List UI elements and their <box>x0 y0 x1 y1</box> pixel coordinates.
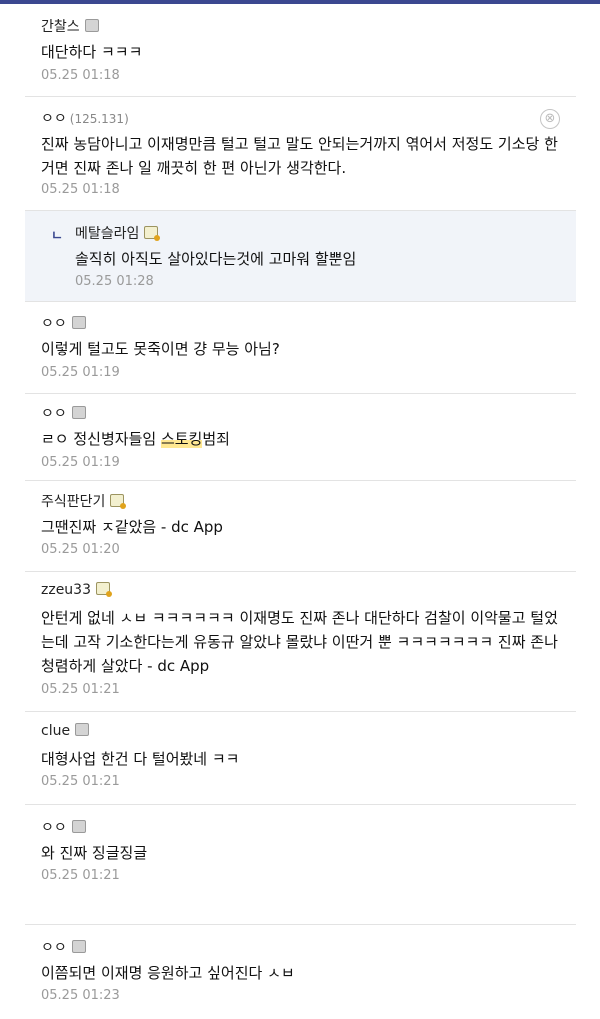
comment-text: 와 진짜 징글징글 <box>41 844 148 862</box>
comment-date: 05.25 01:20 <box>41 542 120 557</box>
memo-icon <box>84 19 99 32</box>
comment-text-part: ㄹㅇ 정신병자들임 <box>41 430 161 448</box>
comment-author[interactable]: ㅇㅇ <box>41 817 86 837</box>
comment-author[interactable]: ㅇㅇ <box>41 403 86 423</box>
memo-icon <box>71 940 86 953</box>
author-nickname[interactable]: ㅇㅇ <box>41 111 67 127</box>
comment-item: ㅇㅇ 이렇게 털고도 못죽이면 걍 무능 아님? 05.25 01:19 <box>25 302 576 394</box>
comment-author[interactable]: ㅇㅇ <box>41 937 86 957</box>
comment-date: 05.25 01:28 <box>75 274 154 289</box>
author-nickname[interactable]: zzeu33 <box>41 582 91 598</box>
comment-text: 안턴게 없네 ㅅㅂ ㅋㅋㅋㅋㅋㅋ 이재명도 진짜 존나 대단하다 검찰이 이악물… <box>41 609 558 675</box>
comment-date: 05.25 01:23 <box>41 988 120 1003</box>
comment-text: 대형사업 한건 다 털어봤네 ㅋㅋ <box>41 750 240 768</box>
comment-item: ㅇㅇ 이쯤되면 이재명 응원하고 싶어진다 ㅅㅂ 05.25 01:23 <box>25 925 576 1015</box>
memo-icon <box>71 406 86 419</box>
fixed-nick-icon <box>110 494 127 509</box>
memo-icon <box>75 723 90 736</box>
comment-text: ㄹㅇ 정신병자들임 스토킹범죄 <box>41 427 230 451</box>
comment-item: ㅇㅇ (125.131) ⊗ 진짜 농담아니고 이재명만큼 털고 털고 말도 안되… <box>25 97 576 211</box>
comment-item: 주식판단기 그땐진짜 ㅈ같았음 - dc App 05.25 01:20 <box>25 481 576 572</box>
comment-text: 진짜 농담아니고 이재명만큼 털고 털고 말도 안되는거까지 엮어서 저정도 기… <box>41 135 558 177</box>
comment-item: ㅇㅇ ㄹㅇ 정신병자들임 스토킹범죄 05.25 01:19 <box>25 394 576 481</box>
comment-date: 05.25 01:21 <box>41 868 120 883</box>
comment-date: 05.25 01:18 <box>41 68 120 83</box>
author-nickname[interactable]: ㅇㅇ <box>41 406 67 422</box>
comment-author[interactable]: zzeu33 <box>41 582 112 598</box>
reply-arrow-icon: ㄴ <box>51 229 63 244</box>
comment-date: 05.25 01:18 <box>41 182 120 197</box>
comment-date: 05.25 01:21 <box>41 682 120 697</box>
comment-text: 이쯤되면 이재명 응원하고 싶어진다 ㅅㅂ <box>41 964 295 982</box>
comment-date: 05.25 01:19 <box>41 365 120 380</box>
ip-address: (125.131) <box>69 112 129 126</box>
comment-text: 대단하다 ㅋㅋㅋ <box>41 43 143 61</box>
author-nickname[interactable]: ㅇㅇ <box>41 316 67 332</box>
comment-text: 솔직히 아직도 살아있다는것에 고마워 할뿐임 <box>75 250 357 268</box>
comment-list: 간찰스 대단하다 ㅋㅋㅋ 05.25 01:18 ㅇㅇ (125.131) ⊗ 진… <box>25 4 576 1015</box>
comment-author[interactable]: ㅇㅇ <box>41 313 86 333</box>
comment-text: 이렇게 털고도 못죽이면 걍 무능 아님? <box>41 340 280 358</box>
reply-item: ㄴ 메탈슬라임 솔직히 아직도 살아있다는것에 고마워 할뿐임 05.25 01… <box>25 211 576 302</box>
author-nickname[interactable]: 메탈슬라임 <box>75 226 139 242</box>
comment-author[interactable]: 메탈슬라임 <box>75 223 161 243</box>
comment-author[interactable]: ㅇㅇ (125.131) <box>41 108 129 128</box>
fixed-nick-icon <box>96 582 112 597</box>
comment-item: 간찰스 대단하다 ㅋㅋㅋ 05.25 01:18 <box>25 4 576 97</box>
comment-author[interactable]: 간찰스 <box>41 16 99 36</box>
comment-text: 그땐진짜 ㅈ같았음 - dc App <box>41 518 223 536</box>
comment-author[interactable]: 주식판단기 <box>41 491 127 511</box>
delete-icon[interactable]: ⊗ <box>540 109 560 129</box>
author-nickname[interactable]: clue <box>41 723 70 739</box>
comment-item: zzeu33 안턴게 없네 ㅅㅂ ㅋㅋㅋㅋㅋㅋ 이재명도 진짜 존나 대단하다 … <box>25 572 576 712</box>
author-nickname[interactable]: 주식판단기 <box>41 494 105 510</box>
author-nickname[interactable]: ㅇㅇ <box>41 820 67 836</box>
comment-item: clue 대형사업 한건 다 털어봤네 ㅋㅋ 05.25 01:21 <box>25 712 576 805</box>
comment-date: 05.25 01:19 <box>41 455 120 470</box>
fixed-nick-icon <box>144 226 161 241</box>
comment-text-part: 범죄 <box>202 430 230 448</box>
memo-icon <box>71 820 86 833</box>
comment-item: ㅇㅇ 와 진짜 징글징글 05.25 01:21 <box>25 805 576 925</box>
memo-icon <box>71 316 86 329</box>
comment-author[interactable]: clue <box>41 723 90 739</box>
comment-date: 05.25 01:21 <box>41 774 120 789</box>
highlighted-text: 스토킹 <box>160 430 203 448</box>
author-nickname[interactable]: 간찰스 <box>41 19 80 35</box>
author-nickname[interactable]: ㅇㅇ <box>41 940 67 956</box>
